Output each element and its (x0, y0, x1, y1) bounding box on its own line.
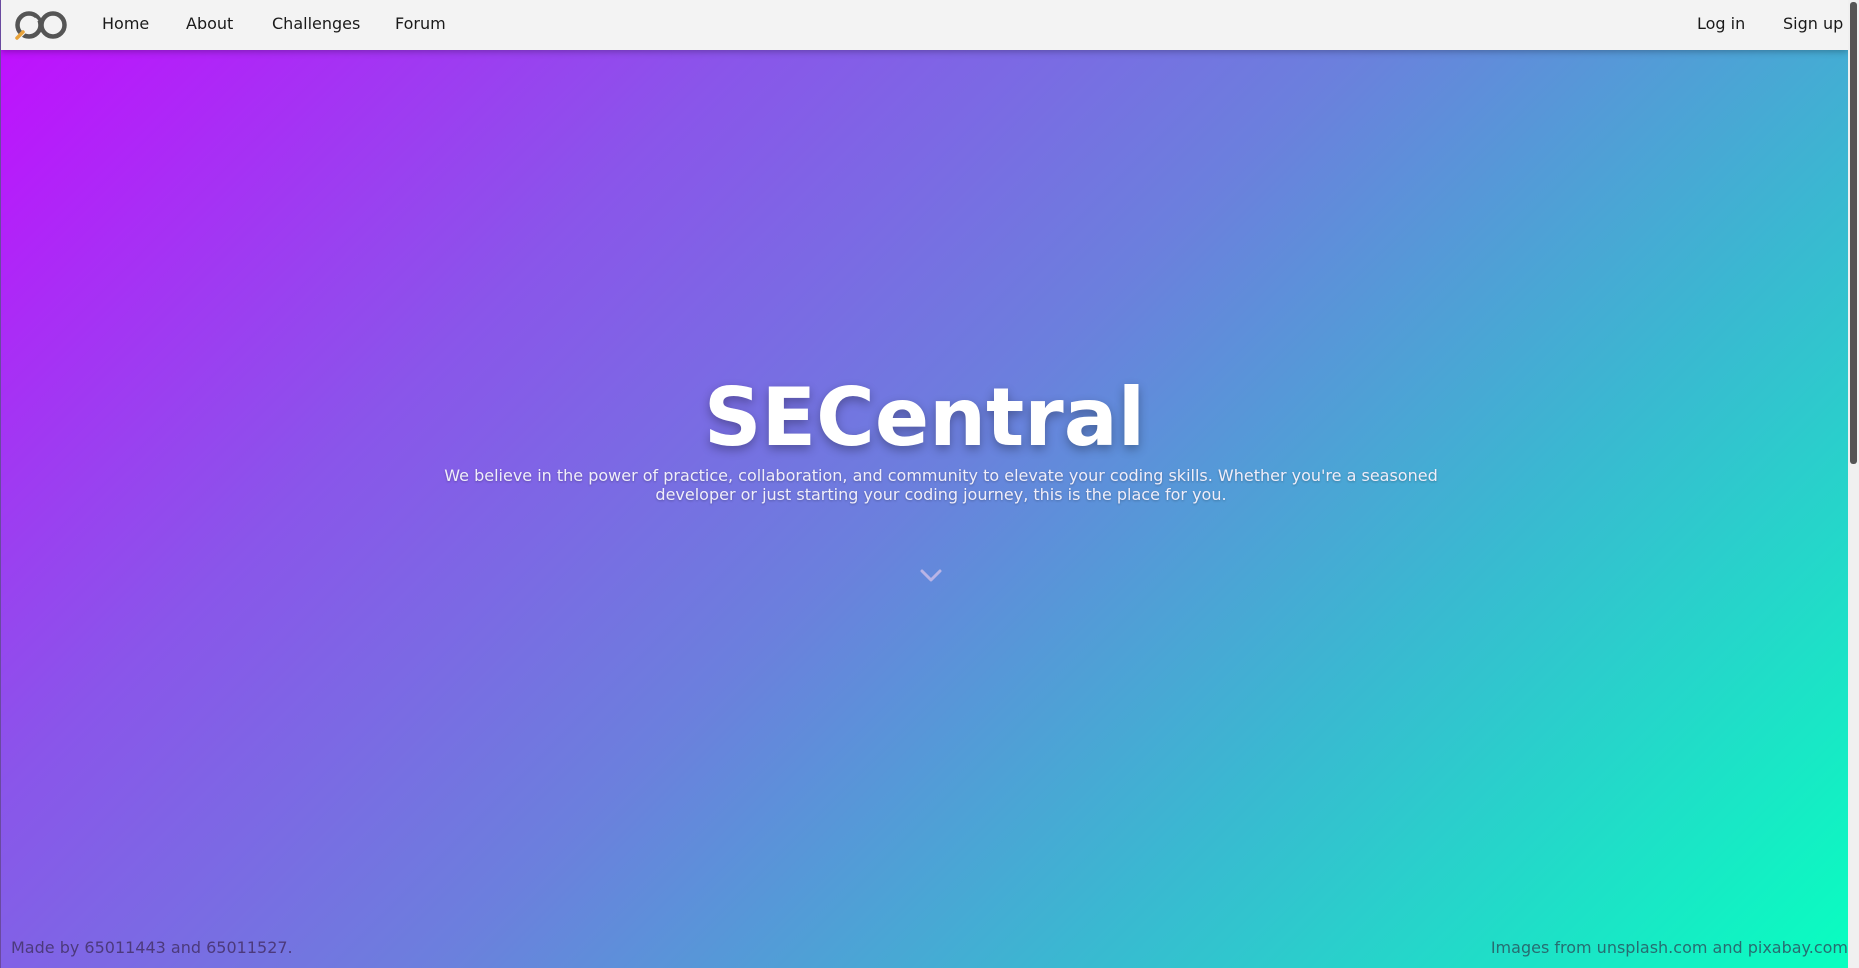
navbar: Home About Challenges Forum Log in Sign … (1, 0, 1848, 50)
footer-credits: Made by 65011443 and 65011527. (11, 938, 293, 957)
page: Home About Challenges Forum Log in Sign … (0, 0, 1848, 968)
nav-link-challenges[interactable]: Challenges (272, 14, 360, 34)
nav-link-about[interactable]: About (186, 14, 233, 34)
hero-title: SECentral (703, 371, 1146, 464)
scrollbar-thumb[interactable] (1850, 2, 1857, 464)
vertical-scrollbar[interactable] (1848, 0, 1859, 968)
login-link[interactable]: Log in (1697, 14, 1745, 34)
infinity-logo-icon[interactable] (13, 7, 71, 43)
nav-link-forum[interactable]: Forum (395, 14, 446, 34)
signup-link[interactable]: Sign up (1783, 14, 1843, 34)
footer-image-credits: Images from unsplash.com and pixabay.com (1490, 938, 1848, 957)
nav-link-home[interactable]: Home (102, 14, 149, 34)
hero-subtitle: We believe in the power of practice, col… (444, 466, 1438, 504)
chevron-down-icon[interactable] (919, 564, 943, 588)
